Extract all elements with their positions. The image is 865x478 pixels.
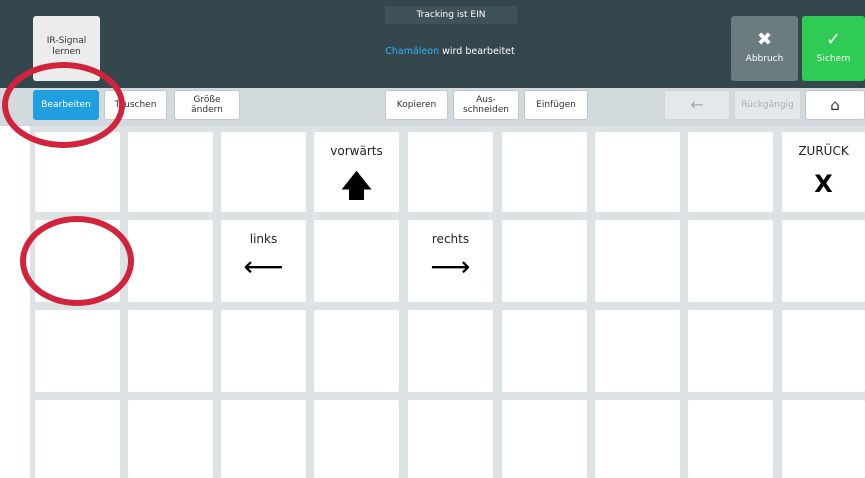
arrow-left-icon: ⟵ — [243, 250, 284, 283]
grid-cell-empty[interactable] — [502, 220, 587, 302]
resize-button[interactable]: Größe ändern — [174, 90, 240, 120]
grid-cell-empty[interactable] — [782, 400, 865, 478]
grid-cell-empty[interactable] — [128, 132, 213, 212]
grid-cell-empty[interactable] — [221, 132, 306, 212]
copy-button[interactable]: Kopieren — [385, 90, 448, 120]
grid-cell-empty[interactable] — [782, 310, 865, 392]
save-button[interactable]: ✓ Sichern — [802, 16, 865, 81]
learn-ir-label-line1: IR-Signal — [46, 36, 87, 46]
cut-label-line1: Aus- — [476, 95, 496, 105]
annotation-circle — [20, 216, 134, 306]
grid-cell-empty[interactable] — [595, 400, 680, 478]
forward-label: vorwärts — [330, 144, 383, 158]
x-icon: X — [814, 170, 833, 198]
back-arrow-icon[interactable]: ← — [664, 90, 730, 120]
cut-button[interactable]: Aus- schneiden — [453, 90, 519, 120]
grid-cell-empty[interactable] — [35, 400, 120, 478]
cancel-button[interactable]: ✖ Abbruch — [731, 16, 798, 81]
save-label: Sichern — [816, 54, 851, 64]
tracking-status: Tracking ist EIN — [385, 6, 517, 24]
top-bar: Tracking ist EIN Chamäleon wird bearbeit… — [0, 0, 865, 88]
back-label: ZURÜCK — [798, 144, 849, 158]
paste-button[interactable]: Einfügen — [524, 90, 588, 120]
arrow-right-icon: ⟶ — [430, 250, 471, 283]
grid-cell-empty[interactable] — [688, 400, 773, 478]
grid-cell-empty[interactable] — [221, 400, 306, 478]
grid-cell-empty[interactable] — [595, 310, 680, 392]
annotation-circle — [2, 62, 125, 148]
grid-cell-empty[interactable] — [314, 220, 399, 302]
grid-cell-empty[interactable] — [128, 400, 213, 478]
grid-cell-empty[interactable] — [314, 310, 399, 392]
grid-cell-empty[interactable] — [35, 310, 120, 392]
resize-label-line1: Größe — [193, 95, 221, 105]
cut-label-line2: schneiden — [462, 105, 510, 115]
grid-cell-empty[interactable] — [314, 400, 399, 478]
grid-cell-empty[interactable] — [128, 220, 213, 302]
grid-cell-back[interactable]: ZURÜCK X — [782, 132, 865, 212]
grid-cell-empty[interactable] — [502, 400, 587, 478]
grid-cell-empty[interactable] — [782, 220, 865, 302]
cancel-label: Abbruch — [745, 54, 784, 64]
grid-cell-empty[interactable] — [688, 220, 773, 302]
arrow-up-icon: 🡅 — [341, 169, 372, 204]
grid-cell-empty[interactable] — [502, 132, 587, 212]
close-icon: ✖ — [756, 29, 773, 50]
grid-cell-left[interactable]: links ⟵ — [221, 220, 306, 302]
grid-cell-empty[interactable] — [688, 132, 773, 212]
editing-grid-name: Chamäleon — [385, 46, 440, 57]
grid-cell-empty[interactable] — [595, 220, 680, 302]
right-label: rechts — [431, 232, 470, 246]
grid-cell-empty[interactable] — [408, 132, 493, 212]
symbol-grid: vorwärts 🡅 ZURÜCK X links ⟵ rechts ⟶ — [30, 126, 865, 478]
check-icon: ✓ — [825, 29, 842, 50]
editing-suffix: wird bearbeitet — [439, 46, 515, 57]
learn-ir-label-line2: lernen — [52, 47, 81, 57]
left-label: links — [249, 232, 278, 246]
grid-cell-empty[interactable] — [128, 310, 213, 392]
undo-button[interactable]: Rückgängig — [734, 90, 801, 120]
grid-cell-forward[interactable]: vorwärts 🡅 — [314, 132, 399, 212]
edit-toolbar: Bearbeiten Tauschen Größe ändern Kopiere… — [0, 88, 865, 126]
grid-cell-empty[interactable] — [688, 310, 773, 392]
grid-cell-empty[interactable] — [502, 310, 587, 392]
grid-cell-empty[interactable] — [408, 310, 493, 392]
editing-status: Chamäleon wird bearbeitet — [300, 46, 600, 57]
grid-cell-empty[interactable] — [408, 400, 493, 478]
home-icon[interactable]: ⌂ — [805, 90, 865, 120]
resize-label-line2: ändern — [191, 105, 223, 115]
grid-cell-empty[interactable] — [221, 310, 306, 392]
grid-cell-empty[interactable] — [595, 132, 680, 212]
grid-cell-right[interactable]: rechts ⟶ — [408, 220, 493, 302]
